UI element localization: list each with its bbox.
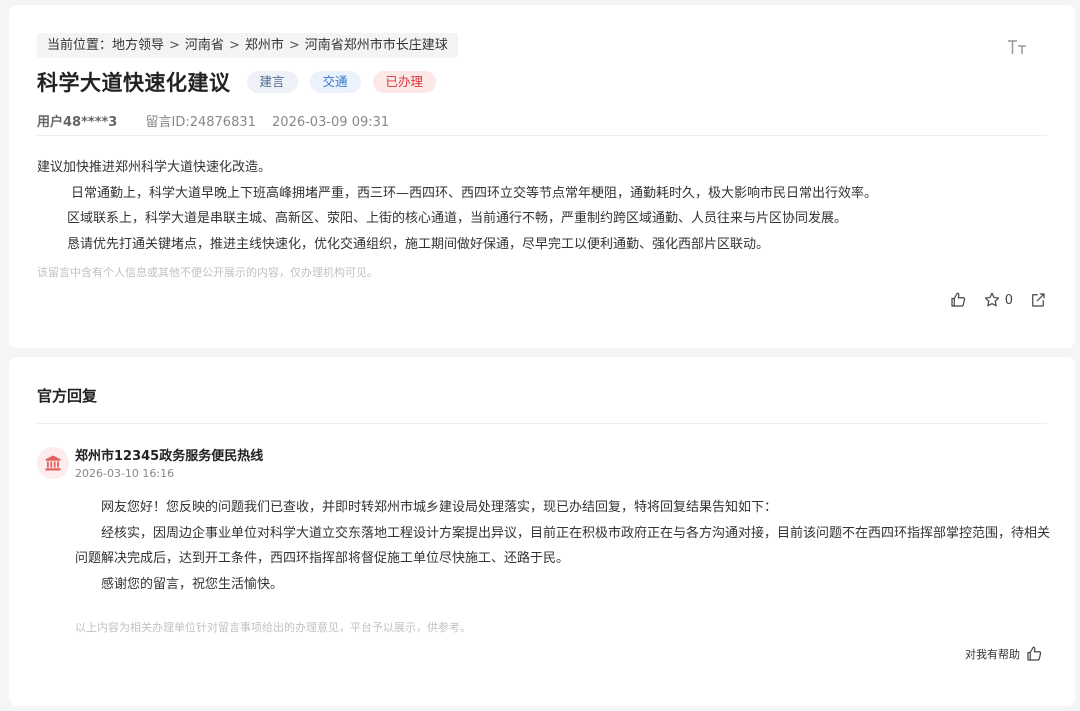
page-title: 科学大道快速化建议: [37, 71, 231, 95]
thumbs-up-icon: [951, 292, 965, 307]
message-card: 当前位置：地方领导 > 河南省 > 郑州市 > 河南省郑州市市长庄建球 科学大道快速化建议 …: [9, 5, 1075, 348]
post-paragraph: 日常通勤上，科学大道早晚上下班高峰拥堵严重，西三环—西四环、西四环立交等节点常年…: [71, 185, 878, 201]
helpful-label: 对我有帮助: [965, 648, 1020, 661]
breadcrumb-item[interactable]: 郑州市: [245, 38, 284, 53]
status-badge: 已办理: [372, 71, 437, 93]
org-name: 郑州市12345政务服务便民热线: [75, 449, 264, 464]
like-button[interactable]: [949, 291, 967, 309]
reply-paragraph: 经核实，因周边企事业单位对科学大道立交东落地工程设计方案提出异议，目前正在积极市…: [75, 525, 1051, 567]
message-id: 留言ID:24876831: [145, 115, 256, 130]
post-paragraph: 恳请优先打通关键堵点，推进主线快速化，优化交通组织，施工期间做好保通，尽早完工以…: [67, 236, 770, 252]
tag-traffic[interactable]: 交通: [309, 71, 361, 93]
post-meta: 用户48****3 留言ID:24876831 2026-03-09 09:31: [37, 111, 389, 130]
helpful-button[interactable]: 对我有帮助: [965, 645, 1043, 663]
reply-disclaimer: 以上内容为相关办理单位针对留言事项给出的办理意见，平台予以展示，供参考。: [75, 621, 471, 634]
share-button[interactable]: [1029, 291, 1047, 309]
breadcrumb-item[interactable]: 当前位置：地方领导: [47, 38, 164, 53]
reply-content: 网友您好！您反映的问题我们已查收，并即时转郑州市城乡建设局处理落实，现已办结回复…: [75, 495, 1051, 597]
post-content: 建议加快推进郑州科学大道快速化改造。 日常通勤上，科学大道早晚上下班高峰拥堵严重…: [37, 155, 1049, 257]
breadcrumb-separator: >: [228, 38, 240, 53]
post-paragraph: 区域联系上，科学大道是串联主城、高新区、荥阳、上街的核心通道，当前通行不畅，严重…: [67, 211, 848, 226]
tag-suggestion[interactable]: 建言: [246, 71, 298, 93]
breadcrumb: 当前位置：地方领导 > 河南省 > 郑州市 > 河南省郑州市市长庄建球: [37, 33, 458, 58]
post-datetime: 2026-03-09 09:31: [272, 115, 390, 130]
divider: [37, 135, 1047, 136]
divider: [37, 423, 1047, 424]
post-user: 用户48****3: [37, 115, 118, 130]
breadcrumb-item[interactable]: 河南省: [185, 38, 224, 53]
star-icon: [984, 292, 999, 307]
share-icon: [1032, 293, 1045, 307]
reply-datetime: 2026-03-10 16:16: [75, 467, 175, 480]
post-paragraph: 建议加快推进郑州科学大道快速化改造。: [37, 160, 272, 175]
favorite-button[interactable]: 0: [983, 291, 1013, 309]
title-row: 科学大道快速化建议 建言 交通 已办理: [37, 67, 437, 97]
thumbs-up-icon: [1027, 646, 1042, 661]
favorite-count: 0: [1004, 292, 1013, 308]
reply-paragraph: 网友您好！您反映的问题我们已查收，并即时转郑州市城乡建设局处理落实，现已办结回复…: [101, 500, 778, 515]
section-title: 官方回复: [37, 387, 98, 405]
breadcrumb-item[interactable]: 河南省郑州市市长庄建球: [305, 38, 448, 53]
font-size-icon[interactable]: [1006, 37, 1028, 57]
government-building-icon: [45, 455, 61, 471]
avatar: [37, 447, 69, 479]
privacy-notice: 该留言中含有个人信息或其他不便公开展示的内容，仅办理机构可见。: [37, 266, 378, 279]
reply-paragraph: 感谢您的留言，祝您生活愉快。: [101, 576, 284, 592]
breadcrumb-separator: >: [169, 38, 180, 53]
official-reply-card: 官方回复 郑州市12345政务服务便民热线 2026-03-10 16:16 网…: [9, 357, 1075, 706]
post-actions: 0: [949, 291, 1047, 309]
breadcrumb-separator: >: [288, 38, 300, 53]
